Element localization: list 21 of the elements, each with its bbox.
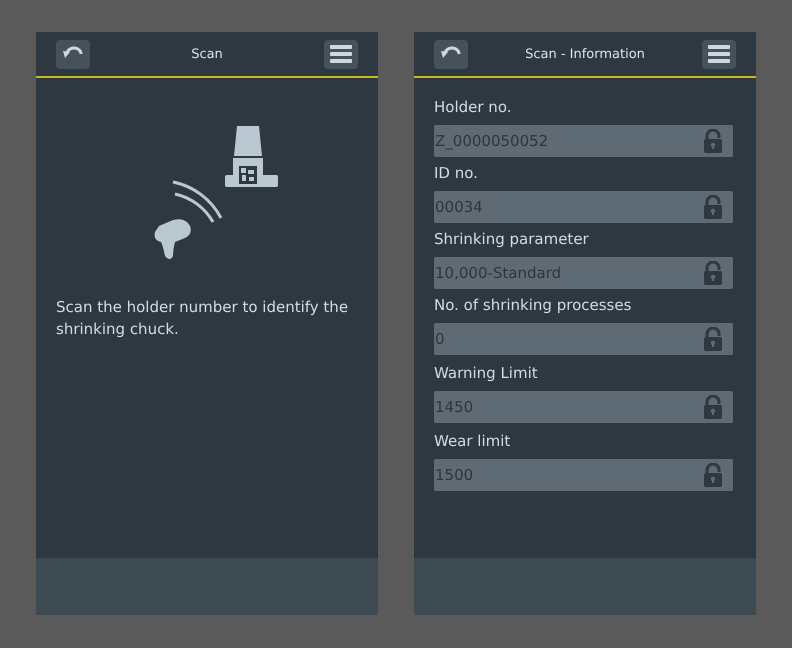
field-label: ID no. — [434, 163, 479, 184]
menu-button[interactable] — [702, 40, 736, 68]
field-label: Shrinking parameter — [434, 229, 590, 250]
field-label: Wear limit — [434, 431, 512, 452]
field-label: Warning Limit — [434, 363, 539, 384]
input-field[interactable]: 0 — [434, 323, 733, 355]
instruction-text: Scan the holder number to identify the shrinking chuck. — [56, 297, 350, 340]
menu-icon — [330, 45, 352, 63]
field-label: No. of shrinking processes — [434, 295, 632, 316]
screen-title: Scan - Information — [525, 46, 645, 62]
input-field[interactable]: 00034 — [434, 191, 733, 223]
input-field[interactable]: 10,000-Standard — [434, 257, 733, 289]
menu-button[interactable] — [324, 40, 358, 68]
field-label: Holder no. — [434, 97, 512, 118]
back-button[interactable] — [434, 40, 468, 68]
input-field[interactable]: Z_0000050052 — [434, 125, 733, 157]
input-field[interactable]: 1500 — [434, 459, 733, 491]
back-button[interactable] — [56, 40, 90, 68]
screen-title: Scan — [191, 46, 223, 62]
input-field[interactable]: 1450 — [434, 391, 733, 423]
menu-icon — [708, 45, 730, 63]
